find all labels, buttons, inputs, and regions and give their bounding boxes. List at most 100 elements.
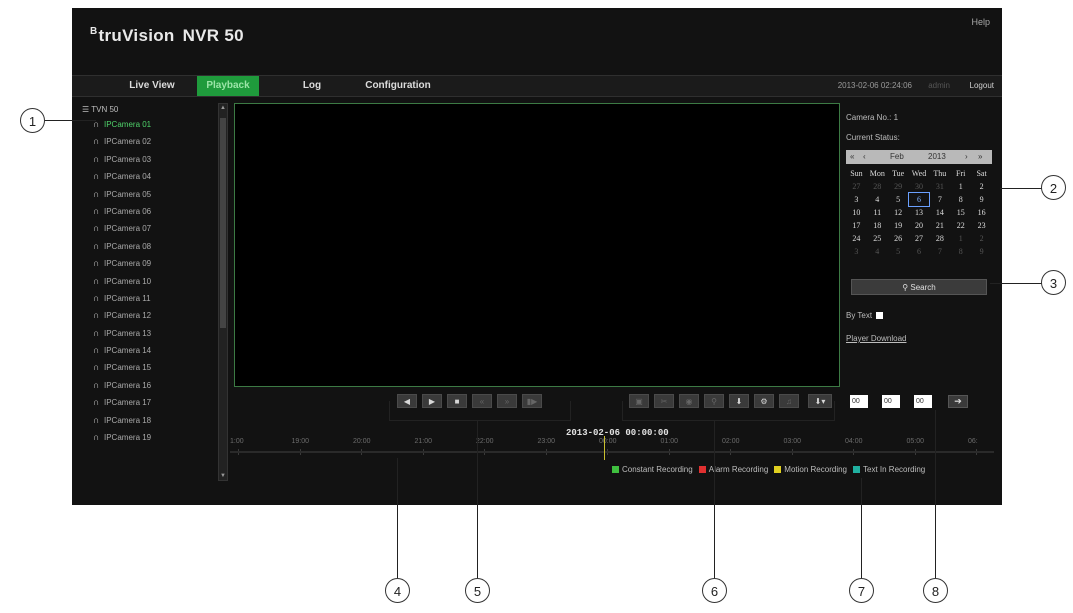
calendar-day[interactable]: 1: [950, 180, 971, 193]
camera-item[interactable]: ∩ IPCamera 05: [82, 186, 230, 203]
calendar-day[interactable]: 28: [867, 180, 888, 193]
calendar-day[interactable]: 17: [846, 219, 867, 232]
export-button[interactable]: ⬇▾: [808, 394, 832, 408]
audio-button[interactable]: ♫: [779, 394, 799, 408]
camera-item[interactable]: ∩ IPCamera 15: [82, 359, 230, 376]
prev-month-icon[interactable]: ‹: [863, 150, 866, 164]
calendar-day[interactable]: 8: [950, 245, 971, 258]
player-download-link[interactable]: Player Download: [846, 334, 906, 343]
search-button[interactable]: ⚲ Search: [851, 279, 987, 295]
camera-item[interactable]: ∩ IPCamera 13: [82, 325, 230, 342]
next-month-icon[interactable]: ›: [965, 150, 968, 164]
fast-button[interactable]: »: [497, 394, 517, 408]
frame-step-button[interactable]: ▮▶: [522, 394, 542, 408]
second-field[interactable]: 00: [914, 395, 932, 408]
calendar-day[interactable]: 9: [971, 193, 992, 206]
scroll-thumb[interactable]: [220, 118, 226, 328]
camera-item[interactable]: ∩ IPCamera 19: [82, 429, 230, 446]
hour-field[interactable]: 00: [850, 395, 868, 408]
camera-item[interactable]: ∩ IPCamera 08: [82, 238, 230, 255]
camera-item[interactable]: ∩ IPCamera 18: [82, 412, 230, 429]
calendar-day[interactable]: 5: [888, 193, 909, 206]
calendar-day[interactable]: 2: [971, 232, 992, 245]
stop-button[interactable]: ■: [447, 394, 467, 408]
calendar-day[interactable]: 4: [867, 193, 888, 206]
logout-link[interactable]: Logout: [970, 81, 994, 90]
calendar-day[interactable]: 11: [867, 206, 888, 219]
camera-item[interactable]: ∩ IPCamera 04: [82, 168, 230, 185]
calendar-day[interactable]: 24: [846, 232, 867, 245]
camera-item[interactable]: ∩ IPCamera 14: [82, 342, 230, 359]
calendar-day[interactable]: 27: [909, 232, 930, 245]
calendar-day[interactable]: 4: [867, 245, 888, 258]
calendar-day[interactable]: 18: [867, 219, 888, 232]
calendar-day[interactable]: 23: [971, 219, 992, 232]
calendar-day[interactable]: 6: [909, 245, 930, 258]
capture-button[interactable]: ▣: [629, 394, 649, 408]
tab-playback[interactable]: Playback: [197, 76, 259, 96]
timeline-cursor[interactable]: [604, 436, 605, 460]
help-link[interactable]: Help: [971, 17, 990, 27]
calendar-day[interactable]: 2: [971, 180, 992, 193]
calendar-day[interactable]: 10: [846, 206, 867, 219]
camera-item[interactable]: ∩ IPCamera 02: [82, 133, 230, 150]
calendar-day[interactable]: 19: [888, 219, 909, 232]
camera-item[interactable]: ∩ IPCamera 09: [82, 255, 230, 272]
video-playback-window[interactable]: [234, 103, 840, 387]
zoom-button[interactable]: ⚲: [704, 394, 724, 408]
clip-button[interactable]: ✂: [654, 394, 674, 408]
camera-item[interactable]: ∩ IPCamera 11: [82, 290, 230, 307]
calendar-day[interactable]: 28: [929, 232, 950, 245]
timeline-track[interactable]: [230, 451, 994, 453]
tab-log[interactable]: Log: [297, 76, 327, 96]
camera-item[interactable]: ∩ IPCamera 06: [82, 203, 230, 220]
slow-button[interactable]: «: [472, 394, 492, 408]
calendar-day[interactable]: 30: [909, 180, 930, 193]
calendar-day[interactable]: 5: [888, 245, 909, 258]
calendar-day[interactable]: 22: [950, 219, 971, 232]
calendar-day[interactable]: 7: [929, 193, 950, 206]
reverse-play-button[interactable]: ◀: [397, 394, 417, 408]
calendar-day[interactable]: 1: [950, 232, 971, 245]
camera-item[interactable]: ∩ IPCamera 01: [82, 116, 230, 133]
tab-live-view[interactable]: Live View: [117, 76, 187, 96]
settings-button[interactable]: ⚙: [754, 394, 774, 408]
play-button[interactable]: ▶: [422, 394, 442, 408]
camera-item[interactable]: ∩ IPCamera 07: [82, 220, 230, 237]
calendar-day[interactable]: 12: [888, 206, 909, 219]
camera-list-scrollbar[interactable]: ▲ ▼: [218, 103, 228, 481]
calendar-day[interactable]: 8: [950, 193, 971, 206]
calendar-day[interactable]: 6: [907, 192, 931, 207]
calendar-day[interactable]: 26: [888, 232, 909, 245]
calendar-day[interactable]: 9: [971, 245, 992, 258]
calendar-day[interactable]: 27: [846, 180, 867, 193]
scroll-down-icon[interactable]: ▼: [219, 473, 227, 479]
camera-item[interactable]: ∩ IPCamera 16: [82, 377, 230, 394]
tree-root[interactable]: ☰ TVN 50: [82, 103, 230, 116]
camera-item[interactable]: ∩ IPCamera 10: [82, 273, 230, 290]
download-button[interactable]: ⬇: [729, 394, 749, 408]
by-text-checkbox[interactable]: [876, 312, 884, 319]
calendar-day[interactable]: 15: [950, 206, 971, 219]
calendar-day[interactable]: 29: [888, 180, 909, 193]
prev-year-icon[interactable]: «: [850, 150, 854, 164]
calendar-day[interactable]: 25: [867, 232, 888, 245]
go-to-time-button[interactable]: ➔: [948, 395, 968, 408]
minute-field[interactable]: 00: [882, 395, 900, 408]
tab-configuration[interactable]: Configuration: [360, 76, 436, 96]
calendar-day[interactable]: 20: [909, 219, 930, 232]
calendar-day[interactable]: 13: [909, 206, 930, 219]
next-year-icon[interactable]: »: [978, 150, 982, 164]
calendar-day[interactable]: 7: [929, 245, 950, 258]
calendar-day[interactable]: 31: [929, 180, 950, 193]
camera-item[interactable]: ∩ IPCamera 03: [82, 151, 230, 168]
calendar-day[interactable]: 3: [846, 245, 867, 258]
camera-item[interactable]: ∩ IPCamera 12: [82, 307, 230, 324]
camera-item[interactable]: ∩ IPCamera 17: [82, 394, 230, 411]
calendar-day[interactable]: 16: [971, 206, 992, 219]
snapshot-button[interactable]: ◉: [679, 394, 699, 408]
calendar-day[interactable]: 21: [929, 219, 950, 232]
scroll-up-icon[interactable]: ▲: [219, 105, 227, 111]
calendar-day[interactable]: 3: [846, 193, 867, 206]
timeline[interactable]: 2013-02-06 00:00:00 1:00 19:00 20:00 21:00 2…: [230, 428, 994, 464]
